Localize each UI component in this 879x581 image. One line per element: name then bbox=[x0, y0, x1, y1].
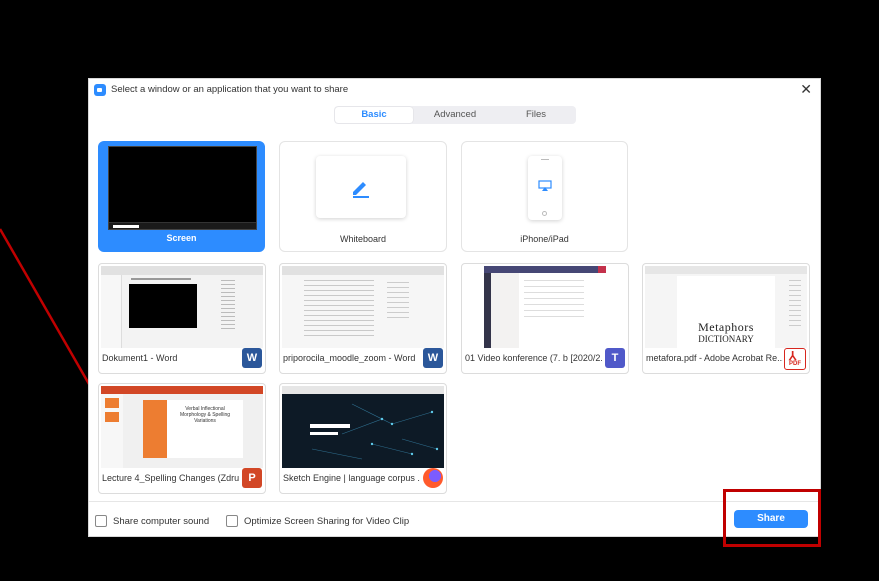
tile-iphone[interactable]: iPhone/iPad bbox=[461, 141, 628, 252]
dialog-title: Select a window or an application that y… bbox=[111, 84, 349, 95]
window-label: metafora.pdf - Adobe Acrobat Re... bbox=[646, 353, 783, 363]
firefox-icon bbox=[423, 468, 443, 488]
window-tile-teams[interactable]: 01 Video konference (7. b [2020/2... T bbox=[461, 263, 629, 374]
tile-whiteboard[interactable]: Whiteboard bbox=[279, 141, 447, 252]
word-icon: W bbox=[423, 348, 443, 368]
share-sound-option[interactable]: Share computer sound bbox=[95, 513, 209, 529]
tile-iphone-label: iPhone/iPad bbox=[520, 234, 569, 244]
optimize-video-checkbox[interactable] bbox=[226, 515, 238, 527]
slide-title: Verbal Inflectional Morphology & Spellin… bbox=[179, 406, 231, 424]
window-thumbnail bbox=[282, 266, 444, 348]
window-thumbnail bbox=[464, 266, 626, 348]
footer-divider bbox=[89, 501, 820, 502]
screen-thumbnail bbox=[108, 146, 257, 230]
airplay-icon bbox=[538, 180, 552, 191]
window-label: Dokument1 - Word bbox=[102, 353, 178, 363]
window-label: priporocila_moodle_zoom - Word bbox=[283, 353, 416, 363]
pdf-title-line2: DICTIONARY bbox=[698, 334, 754, 344]
tab-advanced[interactable]: Advanced bbox=[416, 107, 494, 123]
zoom-logo-icon bbox=[94, 84, 106, 96]
tab-basic[interactable]: Basic bbox=[335, 107, 413, 123]
tile-whiteboard-label: Whiteboard bbox=[339, 234, 387, 244]
window-label: Lecture 4_Spelling Changes (Zdru... bbox=[102, 473, 239, 483]
pen-icon bbox=[353, 182, 369, 198]
window-tile-lecture[interactable]: Verbal Inflectional Morphology & Spellin… bbox=[98, 383, 266, 494]
teams-icon: T bbox=[605, 348, 625, 368]
whiteboard-card bbox=[316, 156, 406, 218]
window-label: 01 Video konference (7. b [2020/2... bbox=[465, 353, 602, 363]
word-icon: W bbox=[242, 348, 262, 368]
tab-files[interactable]: Files bbox=[497, 107, 575, 123]
close-icon[interactable]: ✕ bbox=[800, 81, 812, 97]
acrobat-icon: ⅄ PDF bbox=[784, 348, 806, 370]
pdf-title-line1: Metaphors bbox=[698, 320, 754, 334]
optimize-video-option[interactable]: Optimize Screen Sharing for Video Clip bbox=[226, 513, 409, 529]
share-dialog: Select a window or an application that y… bbox=[88, 78, 821, 537]
optimize-video-label: Optimize Screen Sharing for Video Clip bbox=[244, 515, 410, 527]
window-tile-sketch-engine[interactable]: Sketch Engine | language corpus ... bbox=[279, 383, 447, 494]
tile-screen[interactable]: Screen bbox=[98, 141, 265, 252]
window-thumbnail bbox=[101, 266, 263, 348]
window-label: Sketch Engine | language corpus ... bbox=[283, 473, 420, 483]
window-tile-priporocila[interactable]: priporocila_moodle_zoom - Word W bbox=[279, 263, 447, 374]
powerpoint-icon: P bbox=[242, 468, 262, 488]
tab-bar: Basic Advanced Files bbox=[334, 106, 576, 124]
share-sound-checkbox[interactable] bbox=[95, 515, 107, 527]
annotation-highlight-box bbox=[723, 489, 821, 547]
window-thumbnail: Verbal Inflectional Morphology & Spellin… bbox=[101, 386, 263, 468]
share-sound-label: Share computer sound bbox=[113, 515, 210, 527]
window-thumbnail bbox=[282, 386, 444, 468]
network-graphic bbox=[310, 403, 439, 460]
window-tile-metafora[interactable]: Metaphors DICTIONARY metafora.pdf - Adob… bbox=[642, 263, 810, 374]
window-tile-dokument1[interactable]: Dokument1 - Word W bbox=[98, 263, 266, 374]
tile-screen-label: Screen bbox=[166, 233, 197, 243]
title-bar: Select a window or an application that y… bbox=[89, 79, 820, 101]
phone-card bbox=[528, 156, 562, 220]
window-thumbnail: Metaphors DICTIONARY bbox=[645, 266, 807, 348]
